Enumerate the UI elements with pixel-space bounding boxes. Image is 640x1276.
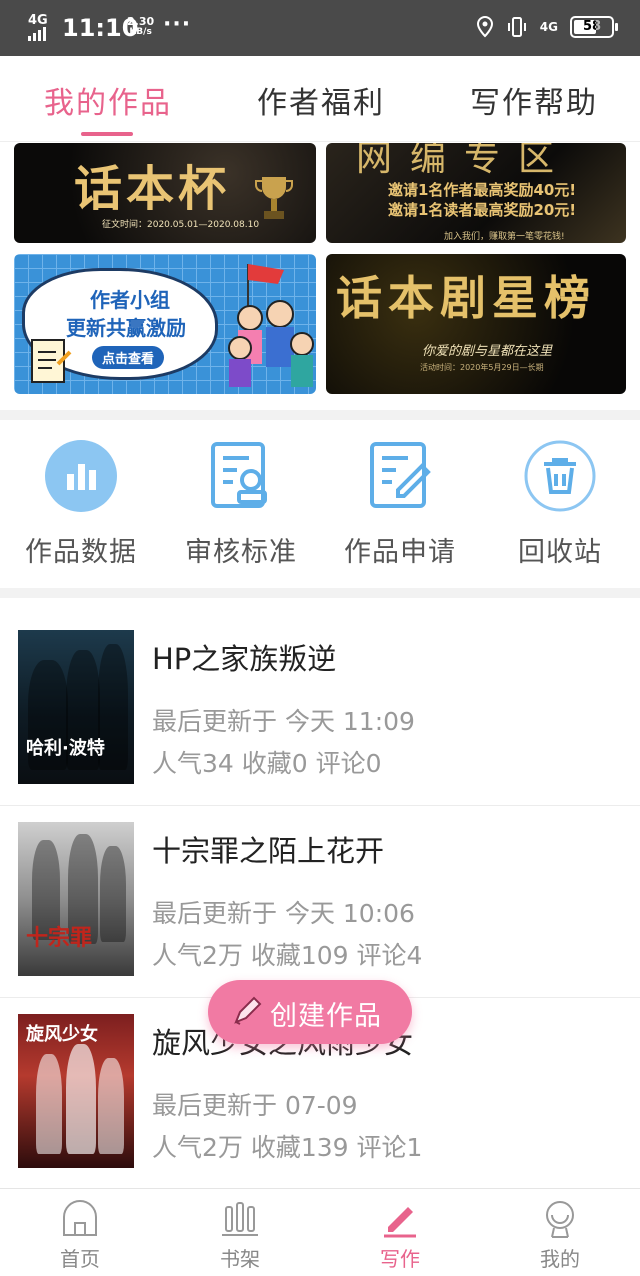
review-standard-icon bbox=[211, 442, 267, 508]
banner-editor-zone[interactable]: 网编专区 邀请1名作者最高奖励40元! 邀请1名读者最高奖励20元! 加入我们，… bbox=[326, 143, 626, 243]
network-type: 4G bbox=[28, 13, 48, 28]
tool-work-apply[interactable]: 作品申请 bbox=[325, 440, 475, 569]
tool-label: 作品数据 bbox=[25, 537, 137, 568]
work-title: HP之家族叛逆 bbox=[152, 642, 337, 676]
work-updated: 最后更新于 07-09 bbox=[152, 1091, 358, 1120]
trophy-icon bbox=[255, 177, 293, 219]
tab-author-benefits[interactable]: 作者福利 bbox=[257, 78, 385, 122]
nav-label: 书架 bbox=[220, 1247, 260, 1271]
tool-review-standard[interactable]: 审核标准 bbox=[166, 440, 316, 569]
work-item[interactable]: 十宗罪 十宗罪之陌上花开 最后更新于 今天 10:06 人气2万 收藏109 评… bbox=[0, 806, 640, 998]
vibrate-icon bbox=[507, 17, 526, 37]
status-bar: 4G 11:10 2.30 KB/s ··· 4G 58 bbox=[0, 0, 640, 56]
work-item[interactable]: 哈利·波特 HP之家族叛逆 最后更新于 今天 11:09 人气34 收藏0 评论… bbox=[0, 614, 640, 806]
cover-caption: 哈利·波特 bbox=[26, 738, 105, 759]
banner-line-1: 邀请1名作者最高奖励40元! bbox=[388, 181, 577, 199]
section-divider bbox=[0, 410, 640, 420]
section-divider bbox=[0, 588, 640, 598]
nav-profile[interactable]: 我的 bbox=[500, 1199, 620, 1272]
work-title: 十宗罪之陌上花开 bbox=[152, 834, 385, 868]
nav-label: 写作 bbox=[380, 1247, 420, 1271]
net-speed: 2.30 KB/s bbox=[127, 16, 154, 38]
bottom-navigation: 首页 书架 写作 我的 bbox=[0, 1188, 640, 1276]
location-icon bbox=[476, 16, 493, 38]
banner-line-1: 作者小组 bbox=[90, 288, 170, 312]
tool-label: 作品申请 bbox=[344, 537, 456, 568]
banner-title: 网编专区 bbox=[356, 143, 573, 179]
battery-icon: 58 bbox=[570, 16, 618, 38]
active-tab-indicator bbox=[81, 132, 133, 136]
banner-huaben-cup[interactable]: 话本杯 征文时间：2020.05.01—2020.08.10 bbox=[14, 143, 316, 243]
banner-title: 话本剧星榜 bbox=[336, 271, 596, 325]
work-stats: 人气34 收藏0 评论0 bbox=[152, 749, 382, 778]
pen-icon bbox=[384, 1207, 416, 1238]
tab-my-works[interactable]: 我的作品 bbox=[44, 78, 172, 122]
edit-document-icon bbox=[370, 442, 431, 508]
top-tabs: 我的作品 作者福利 写作帮助 bbox=[0, 56, 640, 142]
work-cover: 哈利·波特 bbox=[18, 630, 134, 784]
tool-recycle-bin[interactable]: 回收站 bbox=[485, 440, 635, 569]
work-updated: 最后更新于 今天 10:06 bbox=[152, 899, 415, 928]
create-work-label: 创建作品 bbox=[270, 1001, 382, 1032]
nav-write[interactable]: 写作 bbox=[340, 1199, 460, 1272]
cover-caption: 旋风少女 bbox=[26, 1024, 98, 1045]
pencil-icon bbox=[234, 996, 262, 1025]
work-updated: 最后更新于 今天 11:09 bbox=[152, 707, 415, 736]
banner-date: 活动时间：2020年5月29日—长期 bbox=[420, 363, 544, 372]
people-with-flag-illustration bbox=[228, 264, 314, 387]
net-speed-value: 2.30 bbox=[127, 15, 155, 28]
banner-note: 加入我们，赚取第一笔零花钱! bbox=[444, 232, 565, 242]
banner-date: 征文时间：2020.05.01—2020.08.10 bbox=[102, 220, 260, 230]
banner-star-list[interactable]: 话本剧星榜 你爱的剧与星都在这里 活动时间：2020年5月29日—长期 bbox=[326, 254, 626, 394]
banner-subtitle: 你爱的剧与星都在这里 bbox=[422, 344, 553, 359]
battery-level: 58 bbox=[582, 19, 602, 34]
work-stats: 人气2万 收藏109 评论4 bbox=[152, 941, 423, 970]
cover-figure bbox=[36, 1054, 62, 1154]
tool-label: 回收站 bbox=[518, 537, 602, 568]
cover-figure bbox=[100, 846, 126, 942]
work-cover: 十宗罪 bbox=[18, 822, 134, 976]
banner-line-2: 邀请1名读者最高奖励20元! bbox=[388, 201, 577, 219]
banner-line-2: 更新共赢激励 bbox=[66, 316, 186, 340]
banner-author-group[interactable]: 作者小组 更新共赢激励 点击查看 bbox=[14, 254, 316, 394]
network-type-right: 4G bbox=[539, 20, 558, 34]
create-work-button[interactable]: 创建作品 bbox=[208, 980, 412, 1044]
clipboard-illustration bbox=[31, 339, 72, 383]
more-notifications-icon: ··· bbox=[163, 12, 192, 37]
nav-home[interactable]: 首页 bbox=[20, 1199, 140, 1272]
net-speed-unit: KB/s bbox=[129, 27, 152, 37]
work-cover: 旋风少女 bbox=[18, 1014, 134, 1168]
tab-writing-help[interactable]: 写作帮助 bbox=[470, 78, 598, 122]
work-stats: 人气2万 收藏139 评论1 bbox=[152, 1133, 423, 1162]
trash-icon bbox=[524, 440, 596, 512]
profile-icon bbox=[546, 1201, 574, 1238]
bar-chart-icon bbox=[45, 440, 117, 512]
cover-figure bbox=[98, 1058, 124, 1154]
tool-label: 审核标准 bbox=[185, 537, 297, 568]
cover-figure bbox=[66, 1044, 96, 1154]
home-icon bbox=[63, 1200, 97, 1236]
nav-label: 我的 bbox=[540, 1247, 580, 1271]
bookshelf-icon bbox=[222, 1202, 258, 1236]
nav-bookshelf[interactable]: 书架 bbox=[180, 1199, 300, 1272]
tool-work-data[interactable]: 作品数据 bbox=[6, 440, 156, 569]
cover-caption: 十宗罪 bbox=[26, 926, 93, 951]
nav-label: 首页 bbox=[60, 1247, 100, 1271]
banner-view-button[interactable]: 点击查看 bbox=[92, 346, 165, 369]
banner-title: 话本杯 bbox=[74, 161, 231, 217]
signal-icon bbox=[28, 27, 46, 41]
